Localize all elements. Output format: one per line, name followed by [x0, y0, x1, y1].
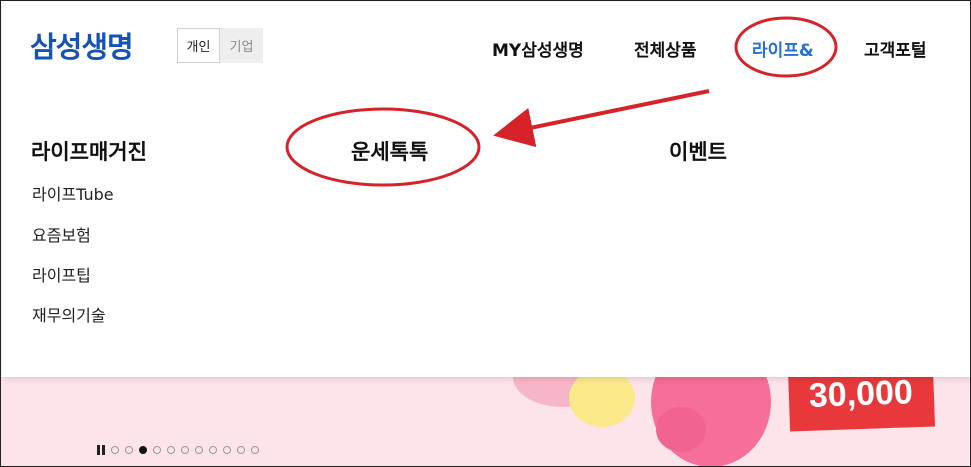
- slide-dot-5[interactable]: [167, 446, 175, 454]
- slide-dot-3[interactable]: [139, 446, 147, 454]
- slide-dot-4[interactable]: [153, 446, 161, 454]
- menu-item-life-tube[interactable]: 라이프Tube: [32, 181, 114, 205]
- menu-item-life-tip[interactable]: 라이프팁: [32, 262, 91, 286]
- segment-personal[interactable]: 개인: [177, 28, 220, 63]
- slide-dot-10[interactable]: [237, 446, 245, 454]
- menu-item-recent-insurance[interactable]: 요즘보험: [32, 222, 91, 246]
- slide-dot-11[interactable]: [251, 446, 259, 454]
- customer-type-toggle: 개인 기업: [177, 28, 263, 63]
- menu-title-life-magazine[interactable]: 라이프매거진: [31, 136, 147, 166]
- slide-dot-9[interactable]: [223, 446, 231, 454]
- segment-corporate[interactable]: 기업: [220, 28, 263, 63]
- menu-title-event[interactable]: 이벤트: [669, 136, 727, 166]
- mega-menu-panel: 삼성생명 개인 기업 MY삼성생명 전체상품 라이프& 고객포털 라이프매거진 …: [2, 2, 970, 377]
- browser-frame: 30,000 삼성생명 개인 기업 MY삼성생명 전체상품 라이프& 고객포털 …: [0, 0, 971, 467]
- menu-item-finance-skill[interactable]: 재무의기술: [32, 302, 106, 326]
- samsung-life-logo[interactable]: 삼성생명: [30, 24, 134, 66]
- banner-price-badge: 30,000: [787, 377, 936, 432]
- pause-icon[interactable]: [97, 445, 105, 455]
- nav-all-products[interactable]: 전체상품: [634, 36, 697, 61]
- slide-dot-8[interactable]: [209, 446, 217, 454]
- slide-dot-2[interactable]: [125, 446, 133, 454]
- banner-balloon-yellow: [569, 377, 635, 427]
- slide-dot-1[interactable]: [111, 446, 119, 454]
- slide-dot-7[interactable]: [195, 446, 203, 454]
- banner-character-arm: [656, 407, 706, 452]
- nav-life-and[interactable]: 라이프&: [752, 36, 814, 61]
- nav-my-samsung-life[interactable]: MY삼성생명: [492, 36, 584, 61]
- promo-banner[interactable]: 30,000: [1, 377, 970, 466]
- slide-dot-6[interactable]: [181, 446, 189, 454]
- nav-customer-portal[interactable]: 고객포털: [864, 36, 927, 61]
- slide-indicator: [97, 445, 259, 455]
- menu-title-fortune[interactable]: 운세톡톡: [351, 136, 428, 166]
